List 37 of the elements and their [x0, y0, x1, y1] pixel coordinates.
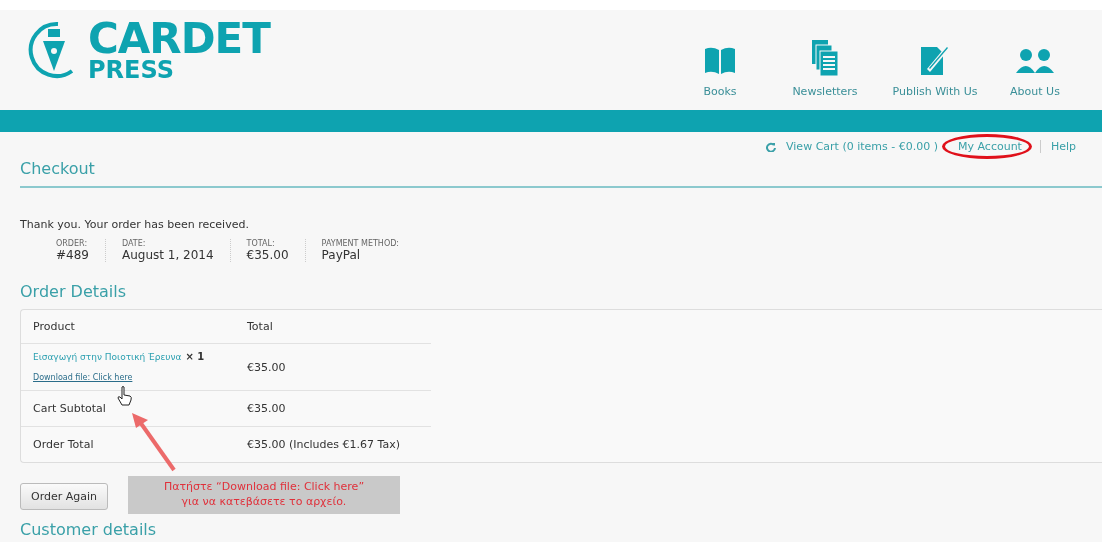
refresh-icon [766, 141, 777, 152]
table-cell: Cart Subtotal [33, 402, 106, 415]
hand-cursor-icon [117, 386, 133, 406]
table-cell: €35.00 [247, 402, 286, 415]
nav-link[interactable]: Publish With Us [880, 26, 990, 98]
order-again-button[interactable]: Order Again [20, 483, 109, 510]
documents-icon [811, 39, 839, 77]
overview-label: DATE: [121, 239, 147, 248]
overview-label: TOTAL: [246, 239, 276, 248]
product-link[interactable]: Εισαγωγή στην Ποιοτική Έρευνα [33, 351, 182, 362]
logo-subtitle: PRESS [88, 58, 175, 82]
section-title: Order Details [20, 282, 128, 301]
page-title: Checkout [20, 153, 1102, 188]
annotation-callout: Πατήστε “Download file: Click here” για να κατεβάσετε το αρχείο. [128, 476, 400, 514]
download-link[interactable]: Download file: Click here [33, 372, 133, 382]
view-cart-link[interactable]: View Cart (0 items - €0.00 ) [776, 140, 948, 153]
overview-label: PAYMENT METHOD: [321, 239, 400, 248]
table-cell: €35.00 (Includes €1.67 Tax) [247, 438, 400, 451]
overview-value: PayPal [321, 248, 362, 262]
nav-link[interactable]: Newsletters [770, 26, 880, 98]
nav-link[interactable]: Books [670, 26, 770, 98]
overview-value: €35.00 [246, 248, 289, 262]
annotation-arrow [130, 412, 178, 472]
section-title: Customer details [20, 520, 158, 539]
table-cell: Order Total [33, 438, 94, 451]
quantity: × 1 [185, 350, 205, 362]
table-cell: €35.00 [247, 360, 286, 374]
nav-link[interactable]: About Us [990, 26, 1080, 98]
order-notice: Thank you. Your order has been received. [20, 218, 250, 231]
my-account-link[interactable]: My Account [948, 140, 1032, 153]
overview-value: #489 [56, 248, 89, 262]
column-header: Product [33, 320, 75, 333]
overview-value: August 1, 2014 [121, 248, 214, 262]
column-header: Total [247, 320, 273, 333]
help-link[interactable]: Help [1040, 140, 1086, 153]
overview-label: ORDER: [56, 239, 89, 248]
logo-title: CARDET [88, 18, 270, 60]
